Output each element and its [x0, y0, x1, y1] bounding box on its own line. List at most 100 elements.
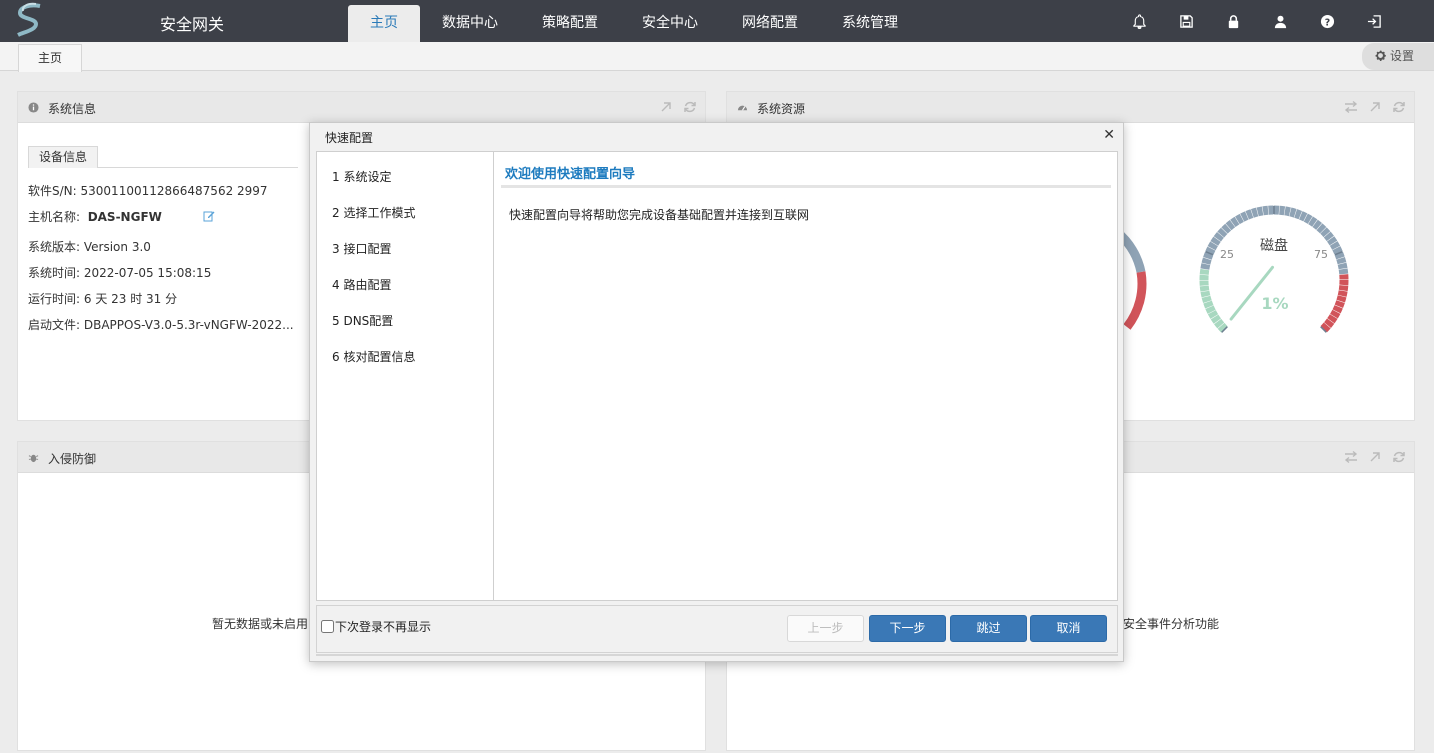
uptime-row: 运行时间: 6 天 23 时 31 分: [28, 292, 178, 306]
disk-gauge-segment: [1225, 220, 1236, 231]
disk-gauge-segment: [1324, 318, 1335, 328]
skip-button[interactable]: 跳过: [950, 615, 1027, 642]
svg-text:?: ?: [1325, 17, 1330, 28]
prev-button[interactable]: 上一步: [787, 615, 864, 642]
device-info-tab[interactable]: 设备信息: [28, 146, 298, 168]
tab-home[interactable]: 主页: [18, 44, 82, 72]
disk-gauge-segment: [1337, 262, 1348, 270]
collapse-icon[interactable]: [1368, 100, 1382, 114]
disk-gauge-segment: [1205, 246, 1216, 255]
disk-gauge-segment: [1338, 285, 1349, 292]
disk-gauge-segment: [1316, 223, 1327, 234]
disk-gauge-segment: [1217, 227, 1228, 238]
sysinfo-panel-header: 系统信息: [18, 92, 705, 123]
dialog-title: 快速配置: [325, 131, 374, 145]
logout-icon[interactable]: [1351, 0, 1398, 42]
version-value: Version 3.0: [83, 240, 151, 254]
disk-gauge-segment: [1294, 209, 1303, 220]
step-routing[interactable]: 4 路由配置: [332, 276, 391, 293]
disk-gauge-segment: [1217, 322, 1228, 333]
disk-gauge-segment: [1332, 246, 1343, 255]
switch-icon[interactable]: [1344, 450, 1358, 464]
settings-button[interactable]: 设置: [1362, 43, 1434, 70]
nav-home[interactable]: 主页: [348, 5, 420, 42]
disk-gauge-segment: [1312, 219, 1322, 230]
refresh-icon[interactable]: [1392, 100, 1406, 114]
nav-system[interactable]: 系统管理: [820, 5, 920, 42]
help-icon[interactable]: ?: [1304, 0, 1351, 42]
events-empty-text: 安全事件分析功能: [1123, 617, 1220, 631]
step-dns[interactable]: 5 DNS配置: [332, 312, 393, 329]
hostname-value: DAS-NGFW: [87, 210, 162, 224]
nav-security-center[interactable]: 安全中心: [620, 5, 720, 42]
bootfile-value: DBAPPOS-V3.0-5.3r-vNGFW-2022...: [83, 318, 294, 332]
next-button[interactable]: 下一步: [869, 615, 946, 642]
wizard-heading: 欢迎使用快速配置向导: [505, 167, 636, 182]
top-bar: 安全网关 主页 数据中心 策略配置 安全中心 网络配置 系统管理 ?: [0, 0, 1434, 42]
hostname-row: 主机名称: DAS-NGFW: [28, 210, 162, 224]
wizard-description: 快速配置向导将帮助您完成设备基础配置并连接到互联网: [509, 208, 810, 222]
disk-gauge-segment: [1289, 207, 1297, 218]
step-system-settings[interactable]: 1 系统设定: [332, 168, 391, 185]
settings-label: 设置: [1390, 49, 1415, 63]
disk-gauge-segment: [1320, 227, 1331, 238]
disk-gauge-segment: [1330, 309, 1341, 319]
disk-gauge-segment: [1221, 223, 1232, 234]
disk-tick-25: 25: [1220, 248, 1234, 261]
switch-icon[interactable]: [1344, 100, 1358, 114]
collapse-icon[interactable]: [1368, 450, 1382, 464]
disk-gauge-segment: [1323, 231, 1334, 242]
disk-gauge-segment: [1327, 314, 1338, 324]
wizard-body: 1 系统设定 2 选择工作模式 3 接口配置 4 路由配置 5 DNS配置 6 …: [316, 151, 1118, 601]
disk-gauge-segment: [1303, 213, 1313, 224]
wizard-footer: 下次登录不再显示 上一步 下一步 跳过 取消: [316, 605, 1118, 653]
main-nav: 主页 数据中心 策略配置 安全中心 网络配置 系统管理: [348, 5, 920, 42]
disk-gauge-segment: [1338, 268, 1349, 275]
refresh-icon[interactable]: [683, 100, 697, 114]
disk-gauge-segment: [1213, 232, 1224, 242]
disk-gauge-segment: [1210, 236, 1221, 246]
info-icon: [28, 102, 39, 113]
app-title: 安全网关: [160, 15, 225, 34]
disk-gauge-segment: [1201, 295, 1212, 304]
close-icon[interactable]: ✕: [1103, 127, 1115, 143]
disk-tick-75: 75: [1314, 248, 1328, 261]
cancel-button[interactable]: 取消: [1030, 615, 1107, 642]
wizard-steps: 1 系统设定 2 选择工作模式 3 接口配置 4 路由配置 5 DNS配置 6 …: [317, 152, 494, 600]
edit-icon[interactable]: [203, 210, 215, 222]
nav-data-center[interactable]: 数据中心: [420, 5, 520, 42]
bootfile-row: 启动文件: DBAPPOS-V3.0-5.3r-vNGFW-2022...: [28, 318, 294, 332]
user-icon[interactable]: [1257, 0, 1304, 42]
bug-icon: [28, 454, 39, 463]
disk-gauge-value: 1%: [1261, 294, 1288, 313]
step-review[interactable]: 6 核对配置信息: [332, 348, 415, 365]
nav-network[interactable]: 网络配置: [720, 5, 820, 42]
dont-show-checkbox[interactable]: 下次登录不再显示: [321, 618, 431, 635]
top-icons: ?: [1116, 0, 1398, 42]
nav-policy[interactable]: 策略配置: [520, 5, 620, 42]
collapse-icon[interactable]: [659, 100, 673, 114]
serial-value: 53001100112866487562 2997: [80, 184, 268, 198]
disk-gauge-segment: [1207, 310, 1219, 319]
disk-gauge-segment: [1337, 290, 1348, 297]
disk-gauge-segment: [1230, 216, 1240, 228]
lock-icon[interactable]: [1210, 0, 1257, 42]
disk-gauge-segment: [1199, 268, 1210, 275]
save-icon[interactable]: [1163, 0, 1210, 42]
gear-icon: [1375, 50, 1386, 61]
disk-gauge-segment: [1334, 300, 1345, 309]
resources-panel-header: 系统资源: [727, 92, 1414, 123]
disk-gauge-segment: [1203, 251, 1214, 260]
intrusion-title: 入侵防御: [48, 452, 97, 466]
refresh-icon[interactable]: [1392, 450, 1406, 464]
disk-gauge-segment: [1284, 206, 1291, 217]
disk-gauge-segment: [1207, 241, 1218, 251]
serial-row: 软件S/N: 53001100112866487562 2997: [28, 184, 268, 198]
step-interface[interactable]: 3 接口配置: [332, 240, 391, 257]
dont-show-checkbox-input[interactable]: [321, 620, 334, 633]
step-work-mode[interactable]: 2 选择工作模式: [332, 204, 415, 221]
disk-gauge-segment: [1240, 211, 1249, 222]
intrusion-empty-text: 暂无数据或未启用: [212, 617, 309, 631]
bell-icon[interactable]: [1116, 0, 1163, 42]
disk-gauge-segment: [1201, 257, 1212, 265]
